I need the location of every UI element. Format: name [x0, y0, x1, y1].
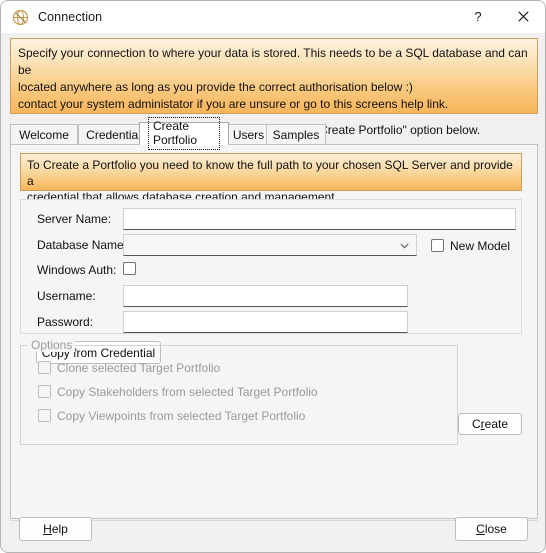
clone-target-portfolio-label: Clone selected Target Portfolio [57, 361, 221, 375]
options-group-box: Options Clone selected Target Portfolio … [20, 338, 458, 445]
help-button[interactable]: Help [19, 517, 92, 541]
username-label: Username: [37, 289, 96, 303]
tab-users[interactable]: Users [225, 124, 272, 144]
tab-credential-label: Credential [86, 127, 141, 142]
windows-auth-label: Windows Auth: [37, 263, 117, 277]
instructions-line-3: contact your system administator if you … [18, 97, 449, 111]
clone-target-portfolio-checkbox[interactable] [38, 361, 51, 374]
create-portfolio-banner-line-1: To Create a Portfolio you need to know t… [27, 158, 513, 188]
close-button[interactable]: Close [455, 517, 528, 541]
tab-strip: Welcome Credential Create Portfolio User… [10, 116, 538, 150]
tab-create-portfolio-label: Create Portfolio [148, 116, 220, 150]
instructions-banner: Specify your connection to where your da… [10, 38, 538, 137]
dialog-client-area: Specify your connection to where your da… [1, 33, 545, 552]
password-label: Password: [37, 315, 94, 329]
globe-icon [12, 9, 29, 26]
create-button-label: Create [471, 417, 509, 431]
tab-users-label: Users [232, 127, 265, 142]
titlebar-help-button[interactable]: ? [456, 1, 500, 32]
create-portfolio-banner: To Create a Portfolio you need to know t… [20, 153, 522, 204]
tab-samples-label: Samples [272, 127, 320, 142]
instructions-line-2: located anywhere as long as you provide … [18, 80, 413, 94]
close-button-label: Close [476, 522, 507, 536]
window-title: Connection [38, 10, 103, 24]
tab-welcome-label: Welcome [19, 127, 69, 142]
database-name-combobox[interactable] [123, 234, 417, 256]
instructions-line-1: Specify your connection to where your da… [18, 46, 528, 77]
connection-form-panel: Server Name: Database Name: New Model Wi… [20, 199, 522, 334]
password-input[interactable] [123, 311, 408, 333]
banner-spacer [18, 113, 529, 122]
close-icon [517, 11, 529, 22]
titlebar-close-button[interactable] [501, 1, 545, 32]
create-button[interactable]: Create [458, 413, 522, 435]
options-group-legend: Options [28, 338, 76, 352]
windows-auth-checkbox[interactable] [123, 262, 136, 275]
copy-stakeholders-label: Copy Stakeholders from selected Target P… [57, 385, 318, 399]
new-model-checkbox[interactable] [431, 239, 444, 252]
server-name-label: Server Name: [37, 212, 112, 226]
copy-stakeholders-checkbox[interactable] [38, 385, 51, 398]
tab-welcome[interactable]: Welcome [10, 124, 78, 144]
tab-create-portfolio[interactable]: Create Portfolio [139, 116, 229, 150]
database-name-label: Database Name: [37, 238, 128, 252]
server-name-input[interactable] [123, 208, 516, 230]
tab-page-create-portfolio: To Create a Portfolio you need to know t… [10, 144, 538, 519]
copy-viewpoints-label: Copy Viewpoints from selected Target Por… [57, 409, 306, 423]
title-bar: Connection ? [1, 1, 545, 33]
username-input[interactable] [123, 285, 408, 307]
tab-samples[interactable]: Samples [266, 124, 326, 144]
copy-viewpoints-checkbox[interactable] [38, 409, 51, 422]
help-button-label: Help [43, 522, 68, 536]
connection-dialog-window: Connection ? Specify your connection to … [0, 0, 546, 553]
new-model-label: New Model [450, 239, 511, 253]
chevron-down-icon [400, 240, 409, 249]
